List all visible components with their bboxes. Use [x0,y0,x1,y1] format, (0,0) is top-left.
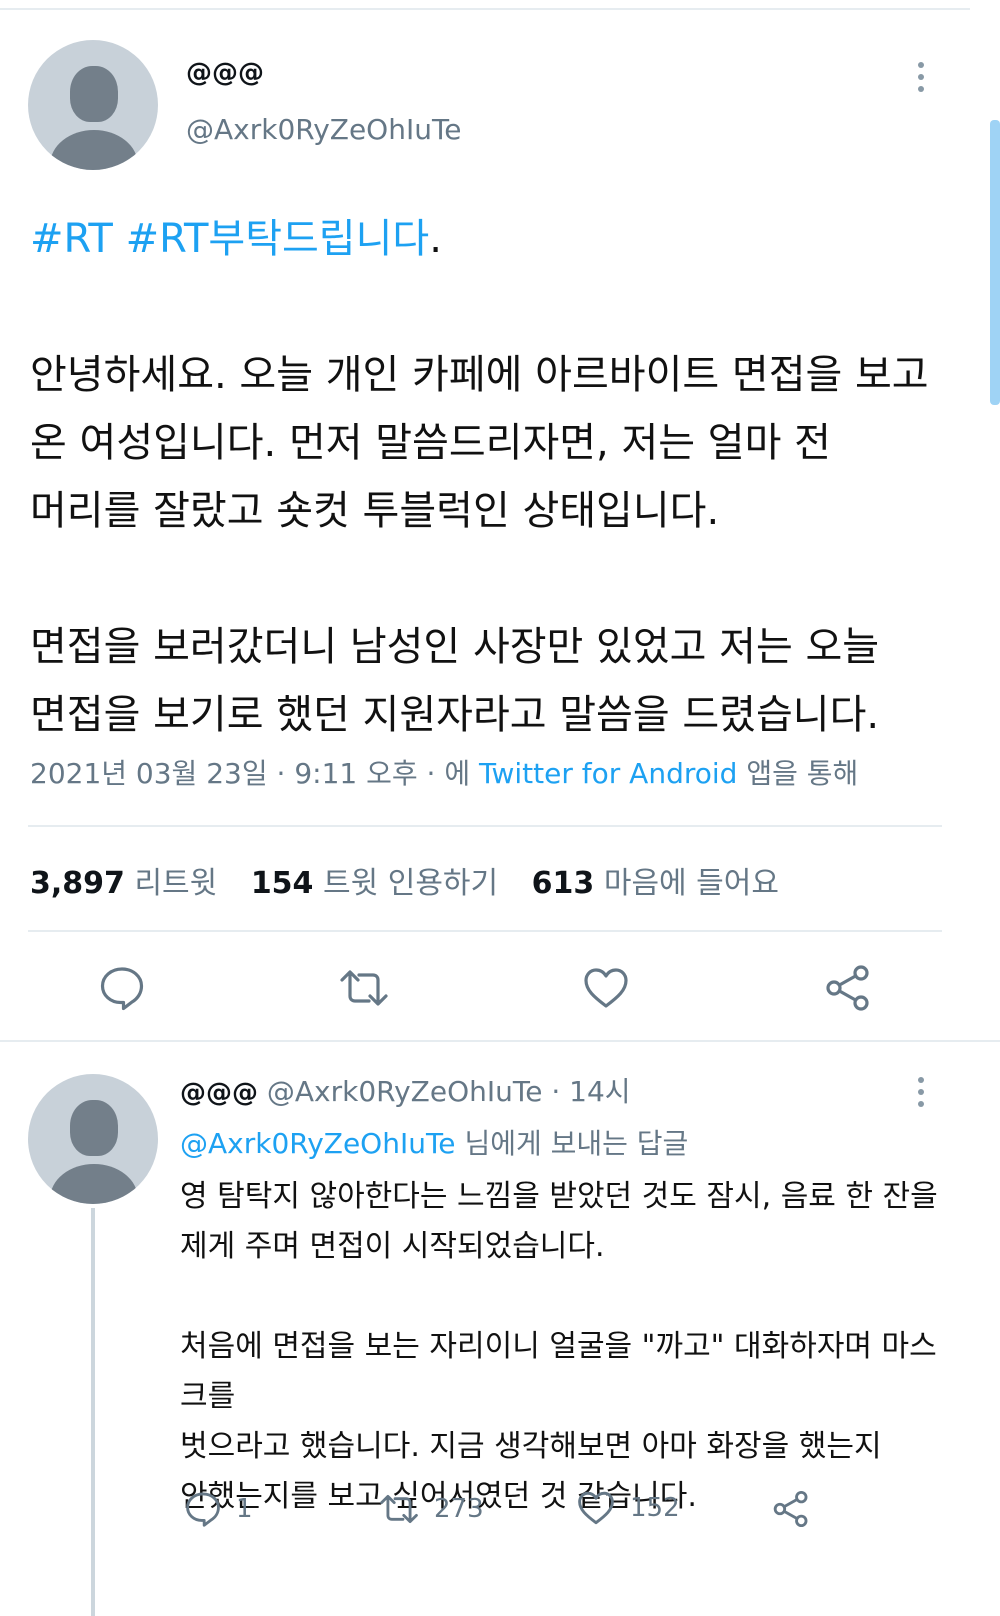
reply-retweet-count: 273 [434,1494,484,1524]
section-divider [0,1040,1000,1042]
divider [28,930,942,932]
like-icon[interactable] [582,966,630,1014]
quote-stat[interactable]: 154 트윗 인용하기 [251,866,498,901]
tweet-source-link[interactable]: Twitter for Android [479,757,737,790]
tweet-text: #RT #RT부탁드립니다. 안녕하세요. 오늘 개인 카페에 아르바이트 면접… [30,205,950,749]
tweet-line: 면접을 보기로 했던 지원자라고 말씀을 드렸습니다. [30,692,880,738]
via-suffix: 앱을 통해 [746,757,859,790]
header-separator: · [551,1075,561,1108]
quote-label: 트윗 인용하기 [322,866,499,901]
tweet-line: 머리를 잘랐고 숏컷 투블럭인 상태입니다. [30,488,720,534]
tweet-line: 온 여성입니다. 먼저 말씀드리자면, 저는 얼마 전 [30,420,831,466]
reply-line: 영 탐탁지 않아한다는 느낌을 받았던 것도 잠시, 음료 한 잔을 [180,1179,938,1214]
reply-author-avatar[interactable] [28,1074,158,1204]
reply-line: 처음에 면접을 보는 자리이니 얼굴을 "까고" 대화하자며 마스크를 [180,1329,937,1414]
hashtag-rt-request[interactable]: #RT부탁드립니다 [126,216,430,262]
retweet-icon [380,1494,418,1524]
scrollbar[interactable] [990,120,1000,405]
tweet-date: 2021년 03월 23일 [30,757,268,790]
reply-line: 안했는지를 보고 싶어서였던 것 같습니다. [180,1479,697,1514]
author-display-name[interactable]: @@@ [186,58,264,88]
reply-reply-count: 1 [236,1494,253,1524]
tweet-meta: 2021년 03월 23일 · 9:11 오후 · 에 Twitter for … [30,752,858,792]
reply-icon[interactable] [98,964,146,1016]
reply-header: @@@ @Axrk0RyZeOhIuTe · 14시 [180,1070,631,1110]
reply-to-suffix: 님에게 보내는 답글 [464,1127,689,1160]
reply-more-options-icon[interactable] [916,1077,926,1113]
via-prefix: 에 [444,757,471,790]
like-label: 마음에 들어요 [603,866,779,901]
tweet-line: 면접을 보러갔더니 남성인 사장만 있었고 저는 오늘 [30,624,880,670]
hashtag-period: . [429,216,442,262]
hashtag-rt[interactable]: #RT [30,216,113,262]
reply-line: 제게 주며 면접이 시작되었습니다. [180,1229,605,1264]
meta-separator: · [276,757,286,790]
replying-to: @Axrk0RyZeOhIuTe 님에게 보내는 답글 [180,1122,688,1162]
reply-retweet-button[interactable]: 273 [378,1490,484,1528]
like-icon [578,1491,614,1525]
retweet-stat[interactable]: 3,897 리트윗 [30,866,217,901]
reply-share-button[interactable] [772,1490,810,1528]
tweet-time: 9:11 오후 [294,757,418,790]
share-icon [773,1490,808,1528]
hashtag-line: #RT #RT부탁드립니다. [30,205,950,273]
divider [28,825,942,827]
avatar-body-shape [50,1164,138,1204]
avatar-body-shape [50,130,138,170]
reply-to-handle[interactable]: @Axrk0RyZeOhIuTe [180,1127,456,1160]
reply-author-handle[interactable]: @Axrk0RyZeOhIuTe [267,1075,543,1108]
like-count: 613 [531,866,595,901]
reply-time[interactable]: 14시 [569,1075,630,1108]
reply-like-button[interactable]: 152 [576,1490,680,1526]
like-stat[interactable]: 613 마음에 들어요 [532,866,779,901]
thread-line [91,1208,95,1616]
avatar-head-shape [70,1100,118,1156]
share-icon[interactable] [824,964,872,1016]
reply-line: 벗으라고 했습니다. 지금 생각해보면 아마 화장을 했는지 [180,1429,882,1464]
quote-count: 154 [250,866,314,901]
author-avatar[interactable] [28,40,158,170]
reply-author-name[interactable]: @@@ [180,1078,258,1108]
reply-like-count: 152 [630,1493,680,1523]
author-handle[interactable]: @Axrk0RyZeOhIuTe [186,113,462,146]
top-divider [0,8,970,10]
meta-separator: · [426,757,436,790]
more-options-icon[interactable] [916,62,926,98]
retweet-icon[interactable] [338,964,390,1016]
reply-text: 영 탐탁지 않아한다는 느낌을 받았던 것도 잠시, 음료 한 잔을 제게 주며… [180,1172,940,1522]
reply-reply-button[interactable]: 1 [184,1490,253,1528]
tweet-line: 안녕하세요. 오늘 개인 카페에 아르바이트 면접을 보고 [30,352,929,398]
retweet-label: 리트윗 [134,866,218,901]
reply-icon [186,1492,220,1527]
tweet-stats: 3,897 리트윗 154 트윗 인용하기 613 마음에 들어요 [30,858,779,902]
avatar-head-shape [70,66,118,122]
retweet-count: 3,897 [30,866,125,901]
